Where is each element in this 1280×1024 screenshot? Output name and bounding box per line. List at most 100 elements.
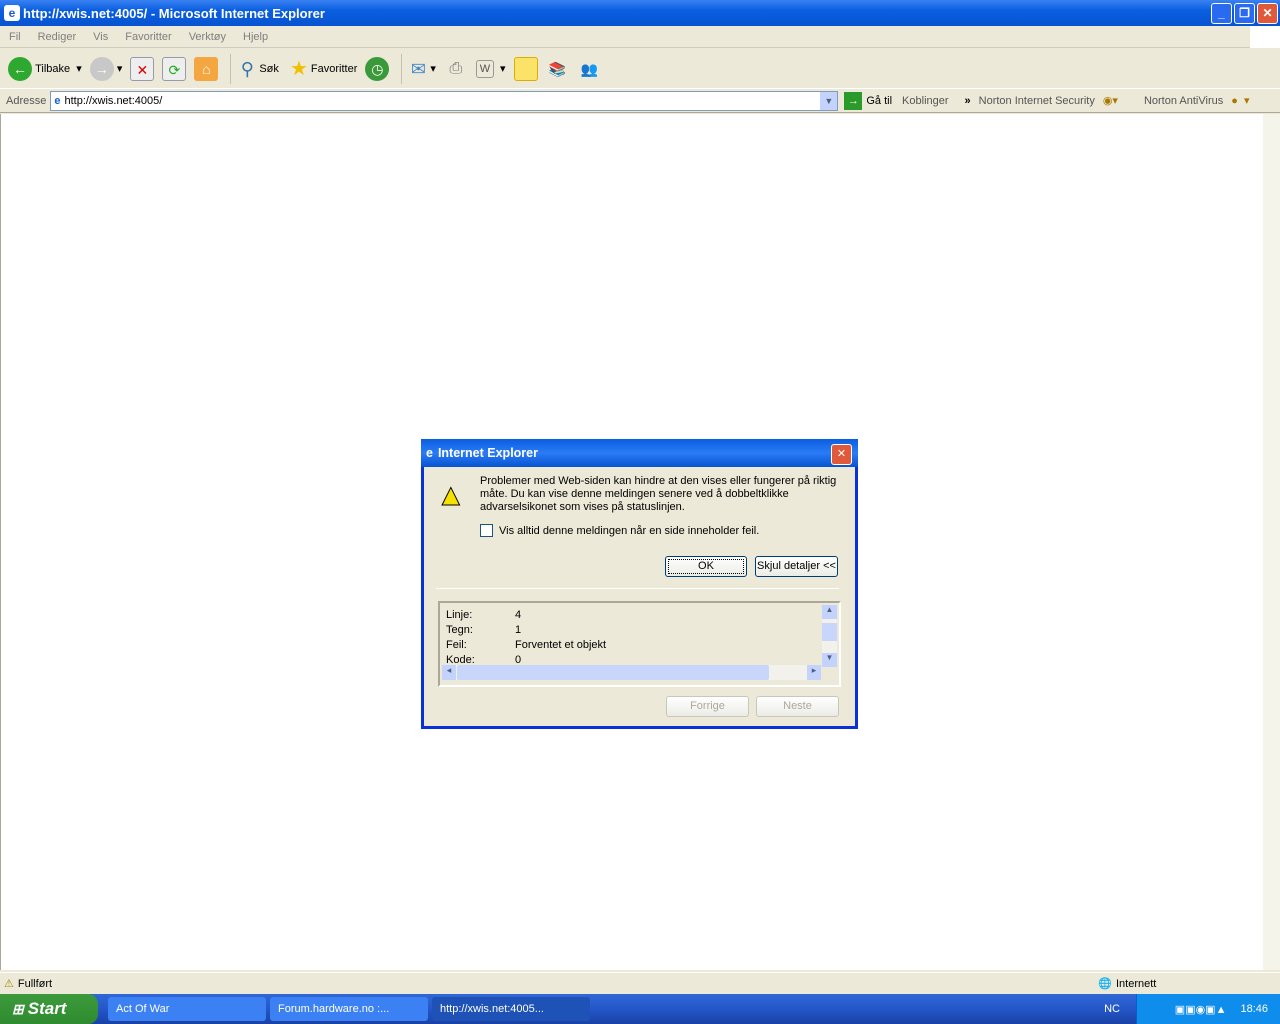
messenger-button[interactable]: 👥 (578, 57, 602, 81)
print-button[interactable]: ⎙ (444, 57, 468, 81)
start-label: Start (27, 999, 67, 1018)
links-button[interactable]: Koblinger (902, 95, 948, 107)
menu-help[interactable]: Hjelp (243, 31, 268, 43)
task-label: Forum.hardware.no :... (278, 1003, 390, 1015)
stop-button[interactable]: ✕ (130, 56, 155, 81)
edit-button[interactable]: W ▾ (475, 59, 506, 78)
back-button[interactable]: ← Tilbake ▾ (8, 56, 82, 81)
star-icon: ★ (289, 57, 308, 80)
norton-antivirus[interactable]: Norton AntiVirus (1144, 95, 1223, 107)
error-dialog: e Internet Explorer ✕ ▲ Problemer med Web… (421, 439, 858, 729)
address-bar: Adresse e http://xwis.net:4005/ ▼ → Gå t… (0, 89, 1280, 113)
tray-icons[interactable]: ▣▣◉▣▲ (1175, 1003, 1227, 1016)
zone-text: Internett (1116, 977, 1157, 990)
search-button[interactable]: ⚲ Søk (235, 57, 279, 81)
menu-edit[interactable]: Rediger (38, 31, 77, 43)
detail-key: Tegn: (446, 624, 473, 636)
norton-internet-security[interactable]: Norton Internet Security (979, 95, 1095, 107)
language-indicator[interactable]: NC (1104, 1003, 1120, 1015)
globe-icon[interactable]: ◉▾ (1103, 94, 1118, 107)
detail-value: 1 (515, 624, 522, 636)
stop-icon: ✕ (130, 56, 155, 81)
windows-logo-icon (1250, 26, 1280, 48)
internet-zone-icon: 🌐 (1098, 978, 1112, 990)
ie-icon: e (4, 5, 20, 21)
norton-icon[interactable]: ● ▾ (1231, 94, 1249, 107)
messenger-icon: 👥 (580, 60, 599, 77)
favorites-button[interactable]: ★ Favoritter (287, 57, 357, 81)
dialog-close-button[interactable]: ✕ (831, 444, 852, 465)
menu-file[interactable]: Fil (9, 31, 21, 43)
error-details-box: Linje: 4 Tegn: 1 Feil: Forventet et objekt … (438, 601, 841, 687)
research-button[interactable]: 📚 (546, 57, 570, 81)
note-icon (513, 56, 538, 81)
page-icon: e (54, 94, 61, 107)
details-hscroll[interactable]: ◂ ▸ (442, 665, 821, 680)
menu-tools[interactable]: Verktøy (189, 31, 226, 43)
status-text: Fullført (17, 977, 53, 990)
clock: 18:46 (1240, 1003, 1268, 1015)
window-title: http://xwis.net:4005/ - Microsoft Intern… (23, 5, 325, 21)
address-url: http://xwis.net:4005/ (64, 94, 163, 107)
toolbar: ← Tilbake ▾ → ▾ ✕ ⟳ ⌂ ⚲ Søk ★ Favoritter ◷… (0, 49, 1280, 89)
dialog-title: Internet Explorer (437, 446, 538, 460)
previous-button[interactable]: Forrige (666, 696, 749, 717)
forward-button[interactable]: → ▾ (89, 56, 122, 81)
task-label: http://xwis.net:4005... (440, 1003, 544, 1015)
task-forum[interactable]: Forum.hardware.no :... (270, 997, 428, 1021)
system-tray: ▣▣◉▣▲ 18:46 (1136, 994, 1280, 1024)
title-bar: e http://xwis.net:4005/ - Microsoft Inte… (0, 0, 1280, 26)
mail-icon: ✉ (410, 58, 426, 79)
hide-details-button[interactable]: Skjul detaljer << (755, 556, 838, 577)
task-xwis[interactable]: http://xwis.net:4005... (432, 997, 590, 1021)
address-label: Adresse (6, 94, 47, 107)
details-list: Linje: 4 Tegn: 1 Feil: Forventet et objekt … (446, 608, 606, 668)
word-icon: W (475, 59, 494, 78)
menu-view[interactable]: Vis (93, 31, 108, 43)
go-button[interactable]: Gå til (866, 95, 892, 107)
home-icon: ⌂ (194, 56, 219, 81)
restore-button[interactable]: ❐ (1234, 3, 1255, 24)
dialog-title-bar: e Internet Explorer (421, 439, 858, 467)
detail-key: Linje: (446, 609, 473, 621)
next-button[interactable]: Neste (756, 696, 839, 717)
ok-button[interactable]: OK (665, 556, 747, 577)
favorites-label: Favoritter (310, 62, 358, 75)
start-button[interactable]: ⊞ Start (0, 994, 98, 1024)
warning-icon[interactable]: ⚠ (4, 977, 14, 990)
mail-button[interactable]: ✉ ▾ (406, 57, 436, 81)
refresh-icon: ⟳ (162, 56, 187, 81)
research-icon: 📚 (548, 60, 567, 77)
minimize-button[interactable]: _ (1211, 3, 1232, 24)
vertical-scrollbar[interactable] (1263, 114, 1280, 970)
go-arrow-icon[interactable]: → (844, 91, 863, 110)
close-button[interactable]: ✕ (1257, 3, 1278, 24)
checkbox[interactable] (480, 524, 493, 537)
detail-value: 4 (515, 609, 522, 621)
chevron-icon[interactable]: » (965, 95, 971, 107)
printer-icon: ⎙ (449, 59, 463, 77)
notes-button[interactable] (513, 56, 538, 81)
back-arrow-icon: ← (8, 56, 32, 81)
detail-key: Feil: (446, 639, 467, 651)
home-button[interactable]: ⌂ (194, 56, 219, 81)
checkbox-label: Vis alltid denne meldingen når en side i… (499, 524, 760, 537)
taskbar: ⊞ Start Act Of War Forum.hardware.no :...… (0, 994, 1280, 1024)
windows-flag-icon: ⊞ (12, 1000, 24, 1017)
detail-value: Forventet et objekt (515, 639, 607, 651)
task-act-of-war[interactable]: Act Of War (108, 997, 266, 1021)
search-icon: ⚲ (240, 58, 254, 79)
ie-icon: e (426, 446, 433, 460)
address-input[interactable]: e http://xwis.net:4005/ ▼ (50, 90, 839, 111)
back-label: Tilbake (35, 62, 71, 75)
dialog-message: Problemer med Web-siden kan hindre at de… (480, 475, 837, 513)
warning-icon: ▲ (436, 479, 467, 513)
address-dropdown[interactable]: ▼ (820, 91, 838, 110)
menu-favorites[interactable]: Favoritter (125, 31, 171, 43)
menu-bar: Fil Rediger Vis Favoritter Verktøy Hjelp (0, 26, 1280, 48)
status-bar: ⚠ Fullført 🌐 Internett (0, 972, 1280, 994)
always-show-checkbox[interactable]: Vis alltid denne meldingen når en side i… (480, 524, 759, 537)
history-button[interactable]: ◷ (365, 56, 390, 81)
details-vscroll[interactable]: ▲ ▼ (822, 605, 837, 667)
refresh-button[interactable]: ⟳ (162, 56, 187, 81)
